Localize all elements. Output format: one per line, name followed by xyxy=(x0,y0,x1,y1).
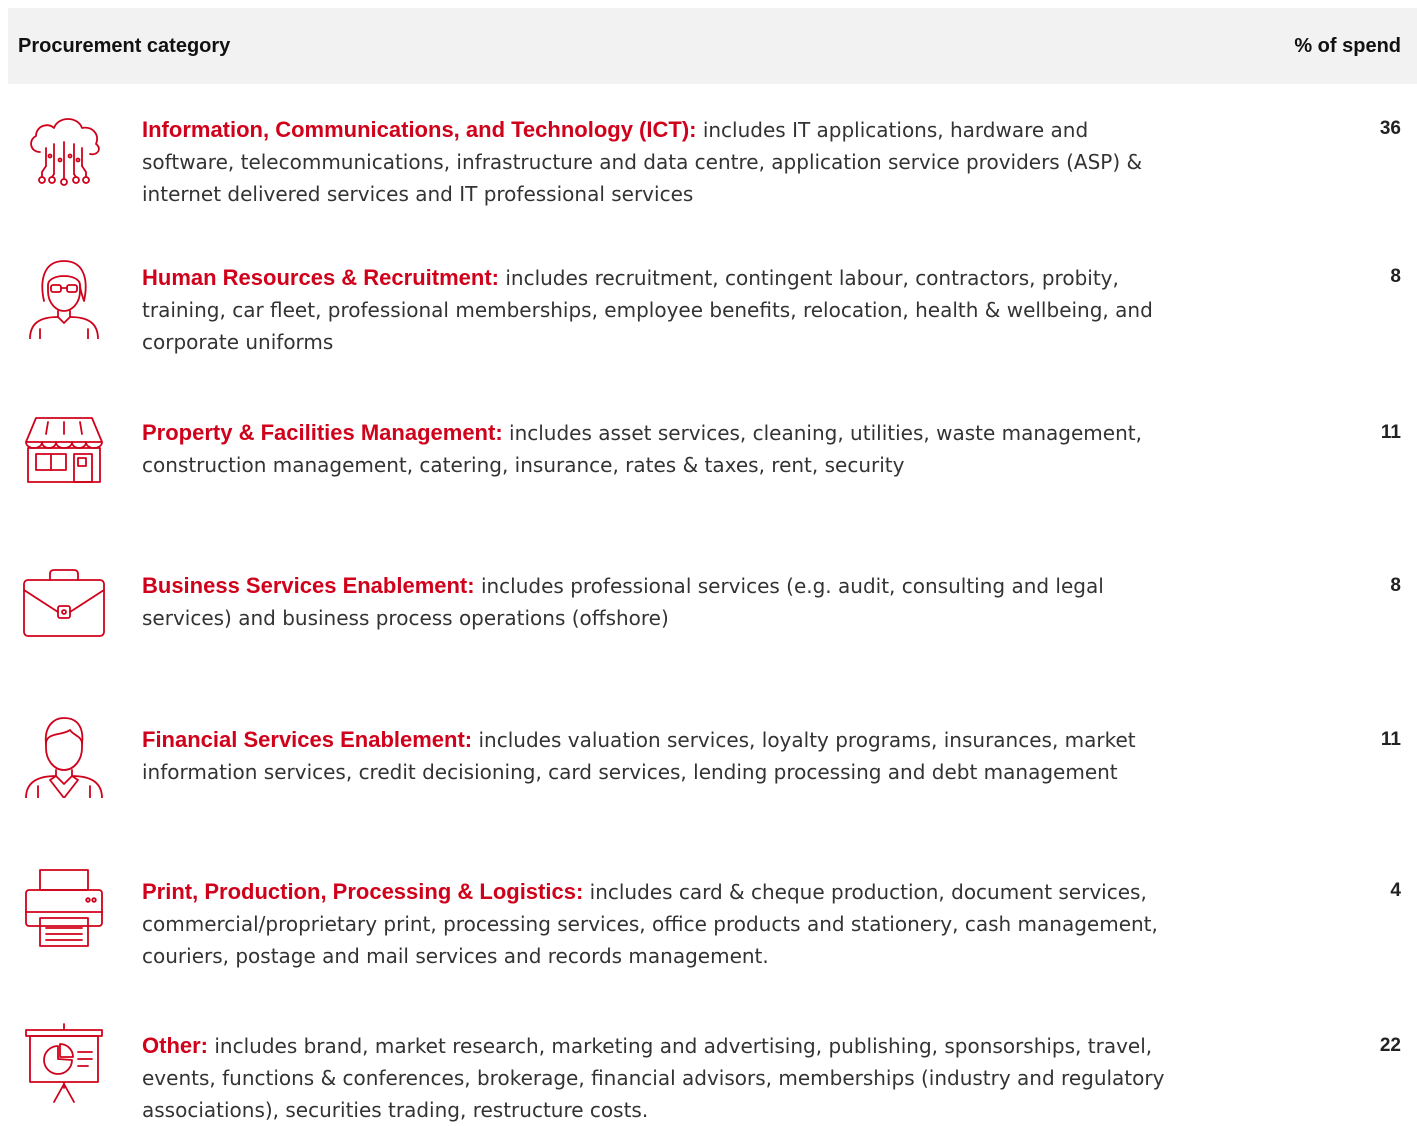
spend-percent: 8 xyxy=(1390,575,1401,596)
spend-percent: 11 xyxy=(1380,422,1401,443)
spend-percent: 11 xyxy=(1380,729,1401,750)
category-name: Information, Communications, and Technol… xyxy=(142,117,697,142)
category-name: Property & Facilities Management: xyxy=(142,420,503,445)
category-description: Information, Communications, and Technol… xyxy=(142,114,1182,210)
category-description: Human Resources & Recruitment: includes … xyxy=(142,262,1182,358)
column-header-spend: % of spend xyxy=(1294,35,1401,57)
spend-percent: 22 xyxy=(1379,1035,1401,1056)
spend-percent: 36 xyxy=(1379,118,1401,139)
woman-with-glasses-icon xyxy=(22,255,106,339)
category-description: Financial Services Enablement: includes … xyxy=(142,724,1182,788)
category-description: Business Services Enablement: includes p… xyxy=(142,570,1182,634)
spend-percent: 4 xyxy=(1390,880,1401,901)
table-header: Procurement category % of spend xyxy=(8,8,1417,84)
category-name: Business Services Enablement: xyxy=(142,573,475,598)
cloud-circuit-icon xyxy=(22,108,106,192)
category-name: Financial Services Enablement: xyxy=(142,727,473,752)
category-description: Property & Facilities Management: includ… xyxy=(142,417,1182,481)
category-details: includes brand, market research, marketi… xyxy=(142,1034,1165,1122)
category-name: Human Resources & Recruitment: xyxy=(142,265,499,290)
briefcase-icon xyxy=(22,560,106,644)
businessman-icon xyxy=(22,714,106,798)
category-name: Other: xyxy=(142,1033,208,1058)
presentation-board-icon xyxy=(22,1022,106,1106)
category-description: Other: includes brand, market research, … xyxy=(142,1030,1182,1126)
category-description: Print, Production, Processing & Logistic… xyxy=(142,876,1182,972)
storefront-icon xyxy=(22,408,106,492)
category-name: Print, Production, Processing & Logistic… xyxy=(142,879,584,904)
spend-percent: 8 xyxy=(1390,266,1401,287)
printer-icon xyxy=(22,866,106,950)
column-header-category: Procurement category xyxy=(18,35,231,57)
